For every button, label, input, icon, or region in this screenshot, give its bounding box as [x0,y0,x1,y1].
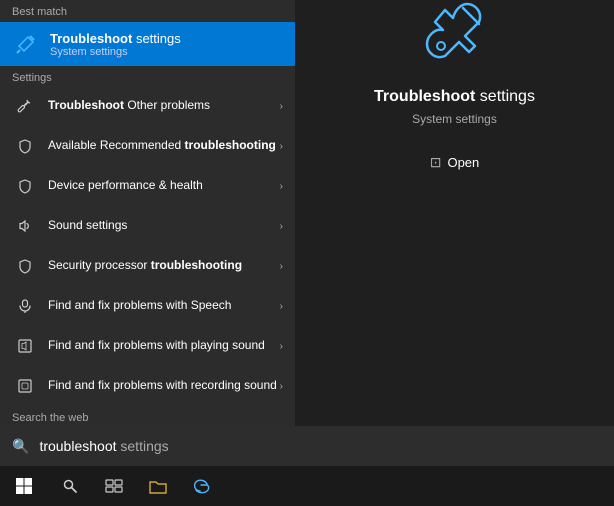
item-text: Find and fix problems with recording sou… [48,378,280,394]
list-item[interactable]: Sound settings › [0,206,295,246]
desktop: All Apps Documents Web More ▾ 👤 ✕ Best m… [0,0,614,506]
best-match-title: Troubleshoot settings [50,31,283,46]
best-match-subtitle: System settings [50,46,283,58]
list-item[interactable]: Security processor troubleshooting › [0,246,295,286]
chevron-right-icon: › [280,181,283,192]
windows-icon [15,477,33,495]
taskbar-search-button[interactable] [48,466,92,506]
search-bar-value: troubleshoot settings [39,438,168,454]
detail-subtitle: System settings [412,112,497,126]
file-explorer-button[interactable] [136,466,180,506]
taskbar [0,466,614,506]
chevron-right-icon: › [280,381,283,392]
chevron-right-icon: › [280,221,283,232]
list-item[interactable]: Find and fix problems with recording sou… [0,366,295,406]
best-match-label: Best match [0,0,295,22]
detail-wrench-icon [415,0,495,72]
title-bold: Troubleshoot [50,31,132,46]
start-menu: All Apps Documents Web More ▾ 👤 ✕ Best m… [0,0,614,466]
microphone-icon [12,293,38,319]
item-text: Security processor troubleshooting [48,258,280,274]
chevron-right-icon: › [280,261,283,272]
recording-sound-icon [12,373,38,399]
taskbar-search-icon [62,478,78,494]
best-match-icon [12,30,40,58]
item-text-normal: Other problems [124,98,210,112]
detail-title: Troubleshoot settings [354,88,555,106]
chevron-right-icon: › [280,141,283,152]
item-text-bold: troubleshooting [185,138,276,152]
list-item[interactable]: Device performance & health › [0,166,295,206]
task-view-button[interactable] [92,466,136,506]
detail-title-bold: Troubleshoot [374,88,475,105]
best-match-item[interactable]: Troubleshoot settings System settings [0,22,295,66]
wrench-icon [12,93,38,119]
item-text: Find and fix problems with playing sound [48,338,280,354]
detail-title-normal: settings [475,88,535,105]
open-label: Open [447,155,479,170]
task-view-icon [105,479,123,493]
best-match-text: Troubleshoot settings System settings [50,31,283,58]
playing-sound-icon [12,333,38,359]
open-button[interactable]: ⊡ Open [422,150,488,175]
chevron-right-icon: › [280,301,283,312]
shield-icon [12,173,38,199]
item-text: Troubleshoot Other problems [48,98,280,114]
search-web-label: Search the web [0,406,295,426]
title-normal: settings [132,31,180,46]
chevron-right-icon: › [280,341,283,352]
search-suffix: settings [117,438,169,454]
item-text-bold: Troubleshoot [48,98,124,112]
edge-icon [193,477,211,495]
item-text: Sound settings [48,218,280,234]
search-bar-icon: 🔍 [12,438,29,455]
chevron-right-icon: › [280,101,283,112]
start-button[interactable] [0,466,48,506]
list-item[interactable]: Find and fix problems with playing sound… [0,326,295,366]
open-icon: ⊡ [430,154,442,171]
shield-icon [12,133,38,159]
item-text: Find and fix problems with Speech [48,298,280,314]
settings-label: Settings [0,66,295,86]
item-text-bold: troubleshooting [151,258,242,272]
item-text: Available Recommended troubleshooting [48,138,280,154]
speaker-icon [12,213,38,239]
list-item[interactable]: Find and fix problems with Speech › [0,286,295,326]
search-query: troubleshoot [39,438,116,454]
item-text: Device performance & health [48,178,280,194]
search-results-panel: All Apps Documents Web More ▾ 👤 ✕ Best m… [0,0,295,466]
list-item[interactable]: Troubleshoot Other problems › [0,86,295,126]
list-item[interactable]: Available Recommended troubleshooting › [0,126,295,166]
search-bar: 🔍 troubleshoot settings [0,426,614,466]
file-explorer-icon [149,478,167,494]
detail-panel: Troubleshoot settings System settings ⊡ … [295,0,614,466]
edge-button[interactable] [180,466,224,506]
shield-icon [12,253,38,279]
